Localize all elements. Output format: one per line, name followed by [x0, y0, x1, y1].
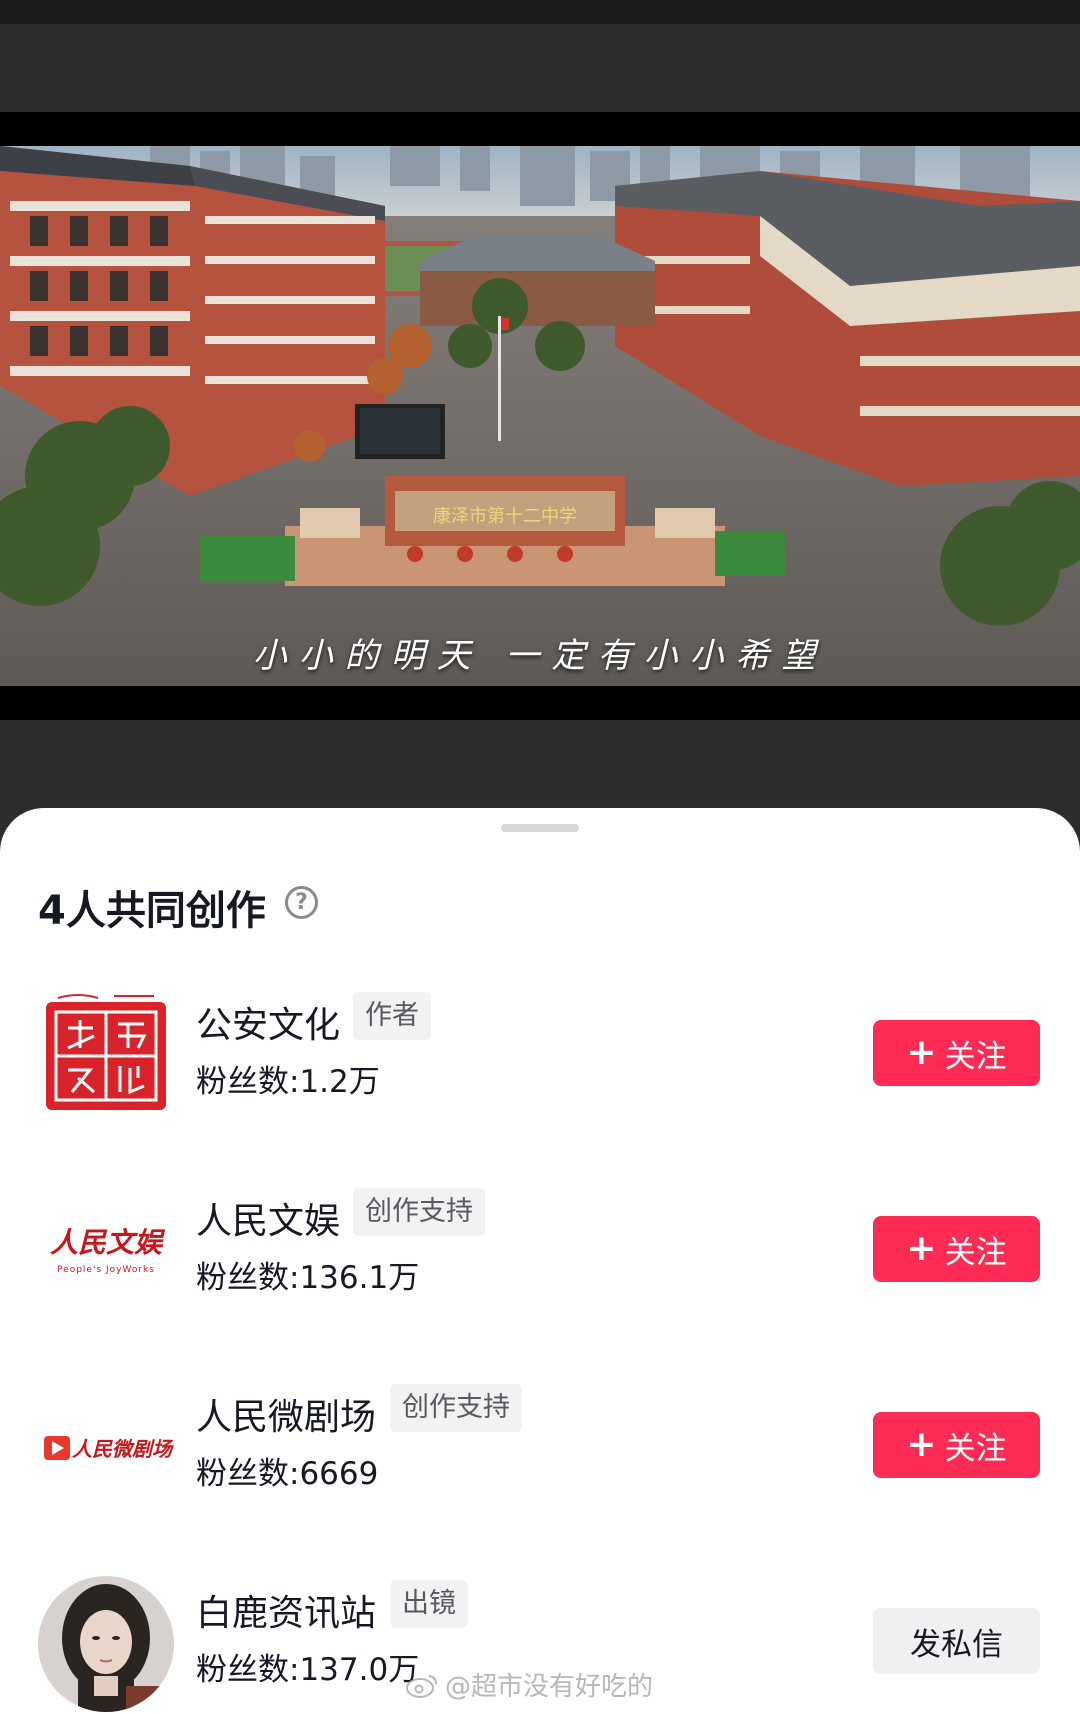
creator-row[interactable]: 人民微剧场 人民微剧场 创作支持 粉丝数:6669 + 关注: [0, 1380, 1080, 1530]
video-subtitle: 小小的明天 一定有小小希望: [252, 636, 828, 676]
people-joyworks-logo-icon: 人民文娱 People's JoyWorks: [38, 1184, 174, 1320]
people-micro-theater-logo-icon: 人民微剧场: [38, 1380, 174, 1516]
creator-name[interactable]: 公安文化: [196, 996, 340, 1048]
watermark: @超市没有好吃的: [405, 1666, 653, 1703]
follow-button[interactable]: + 关注: [873, 1412, 1040, 1478]
fans-count: 粉丝数:136.1万: [196, 1260, 420, 1296]
follow-label: 关注: [944, 1430, 1007, 1467]
status-bar: [0, 0, 1080, 24]
question-circle-icon[interactable]: ?: [285, 886, 318, 919]
avatar[interactable]: 人民微剧场: [38, 1380, 174, 1516]
role-badge: 创作支持: [390, 1384, 522, 1432]
gate-sign: 康泽市第十二中学: [433, 506, 577, 527]
plus-icon: +: [906, 1424, 937, 1465]
plus-icon: +: [906, 1228, 937, 1269]
video-frame: 康泽市第十二中学 小小的明天 一定有小小希望: [0, 146, 1080, 686]
weibo-icon: [406, 1674, 437, 1698]
creator-name[interactable]: 白鹿资讯站: [196, 1584, 376, 1636]
video-player[interactable]: 康泽市第十二中学 小小的明天 一定有小小希望: [0, 112, 1080, 720]
creator-name[interactable]: 人民文娱: [196, 1192, 340, 1244]
creator-name[interactable]: 人民微剧场: [196, 1388, 376, 1440]
role-badge: 作者: [353, 992, 431, 1040]
role-badge: 创作支持: [353, 1188, 485, 1236]
avatar[interactable]: 人民文娱 People's JoyWorks: [38, 1184, 174, 1320]
plus-icon: +: [906, 1032, 937, 1073]
logo-subtext: People's JoyWorks: [57, 1265, 155, 1275]
fans-count: 粉丝数:1.2万: [196, 1064, 380, 1100]
follow-label: 关注: [944, 1038, 1007, 1075]
follow-button[interactable]: + 关注: [873, 1216, 1040, 1282]
fans-count: 粉丝数:137.0万: [196, 1652, 420, 1688]
seal-logo-icon: [46, 994, 166, 1110]
video-scene: 康泽市第十二中学: [0, 146, 1080, 686]
message-button[interactable]: 发私信: [873, 1608, 1040, 1674]
sheet-title: 4人共同创作: [38, 888, 266, 934]
role-badge: 出镜: [390, 1580, 468, 1628]
logo-text: 人民文娱: [50, 1226, 166, 1259]
co-creators-sheet: 4人共同创作 ? 公安文化 作者 粉丝数:1.2万 + 关注 人民文娱 Peop…: [0, 808, 1080, 1714]
avatar[interactable]: [38, 1576, 174, 1712]
follow-label: 关注: [944, 1234, 1007, 1271]
logo-text: 人民微剧场: [72, 1437, 174, 1461]
avatar[interactable]: [38, 988, 174, 1124]
fans-count: 粉丝数:6669: [196, 1456, 379, 1492]
watermark-text: @超市没有好吃的: [445, 1672, 654, 1702]
follow-button[interactable]: + 关注: [873, 1020, 1040, 1086]
creator-row[interactable]: 公安文化 作者 粉丝数:1.2万 + 关注: [0, 988, 1080, 1138]
creator-row[interactable]: 人民文娱 People's JoyWorks 人民文娱 创作支持 粉丝数:136…: [0, 1184, 1080, 1334]
sheet-drag-handle[interactable]: [501, 824, 579, 832]
user-photo-avatar: [38, 1576, 174, 1712]
